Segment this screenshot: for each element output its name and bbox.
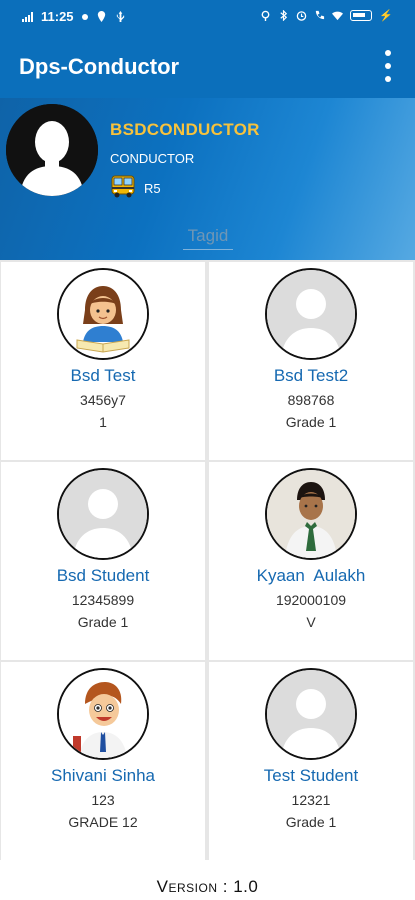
student-card[interactable]: Test Student 12321 Grade 1 bbox=[209, 662, 413, 860]
conductor-role: CONDUCTOR bbox=[110, 151, 195, 166]
school-bus-icon bbox=[111, 175, 135, 198]
student-grade: 1 bbox=[99, 414, 107, 430]
location-pin-icon bbox=[97, 11, 105, 22]
signal-icon bbox=[22, 11, 33, 22]
student-id: 898768 bbox=[287, 392, 335, 408]
placeholder-avatar bbox=[57, 468, 149, 560]
alarm-icon bbox=[297, 11, 307, 21]
student-name: Kyaan Aulakh bbox=[256, 566, 366, 585]
status-bar: 11:25 ⚡ bbox=[0, 0, 415, 34]
usb-icon bbox=[116, 11, 124, 22]
student-grade: Grade 1 bbox=[77, 614, 129, 630]
student-grade: V bbox=[306, 614, 316, 630]
status-left: 11:25 bbox=[22, 9, 126, 24]
wifi-icon bbox=[332, 11, 344, 21]
student-id: 12321 bbox=[291, 792, 331, 808]
student-id: 12345899 bbox=[71, 592, 135, 608]
status-time: 11:25 bbox=[41, 9, 74, 24]
student-name: Test Student bbox=[263, 766, 359, 785]
app-title: Dps-Conductor bbox=[19, 54, 180, 79]
placeholder-avatar bbox=[265, 268, 357, 360]
student-name: Bsd Test bbox=[70, 366, 136, 385]
student-grade: Grade 1 bbox=[285, 814, 337, 830]
student-grade: GRADE 12 bbox=[68, 814, 138, 830]
bluetooth-icon bbox=[280, 10, 288, 21]
battery-icon bbox=[350, 10, 373, 21]
student-grid: Bsd Test 3456y7 1 Bsd Test2 898768 Grade… bbox=[0, 260, 415, 860]
placeholder-avatar bbox=[265, 668, 357, 760]
student-id: 192000109 bbox=[275, 592, 347, 608]
girl-reading-avatar bbox=[57, 268, 149, 360]
more-vertical-icon[interactable] bbox=[383, 50, 393, 82]
route-label: R5 bbox=[144, 181, 161, 196]
student-name: Bsd Student bbox=[56, 566, 150, 585]
version-label: Version : 1.0 bbox=[156, 877, 259, 896]
student-card[interactable]: Kyaan Aulakh 192000109 V bbox=[209, 462, 413, 660]
status-right: ⚡ bbox=[260, 9, 393, 22]
student-id: 3456y7 bbox=[80, 392, 126, 408]
boy-photo-avatar bbox=[265, 468, 357, 560]
location-icon bbox=[261, 10, 270, 21]
student-grade: Grade 1 bbox=[285, 414, 337, 430]
student-name: Shivani Sinha bbox=[51, 766, 155, 785]
footer: Version : 1.0 bbox=[0, 860, 415, 900]
conductor-name: BSDCONDUCTOR bbox=[110, 120, 260, 139]
dot-icon bbox=[81, 13, 88, 20]
call-icon bbox=[316, 10, 325, 20]
conductor-profile: BSDCONDUCTOR CONDUCTOR R5 bbox=[0, 98, 415, 260]
student-card[interactable]: Bsd Test2 898768 Grade 1 bbox=[209, 262, 413, 460]
tagid-input[interactable] bbox=[183, 222, 233, 250]
app-screen: 11:25 ⚡ Dps-Conductor BSDCONDUCTOR CONDU… bbox=[0, 0, 415, 900]
cartoon-boy-avatar bbox=[57, 668, 149, 760]
student-card[interactable]: Bsd Student 12345899 Grade 1 bbox=[1, 462, 205, 660]
charging-bolt-icon: ⚡ bbox=[379, 10, 393, 22]
student-id: 123 bbox=[91, 792, 115, 808]
student-name: Bsd Test2 bbox=[273, 366, 349, 385]
app-bar: Dps-Conductor bbox=[0, 34, 415, 98]
person-avatar-icon bbox=[6, 104, 98, 196]
student-card[interactable]: Bsd Test 3456y7 1 bbox=[1, 262, 205, 460]
student-card[interactable]: Shivani Sinha 123 GRADE 12 bbox=[1, 662, 205, 860]
